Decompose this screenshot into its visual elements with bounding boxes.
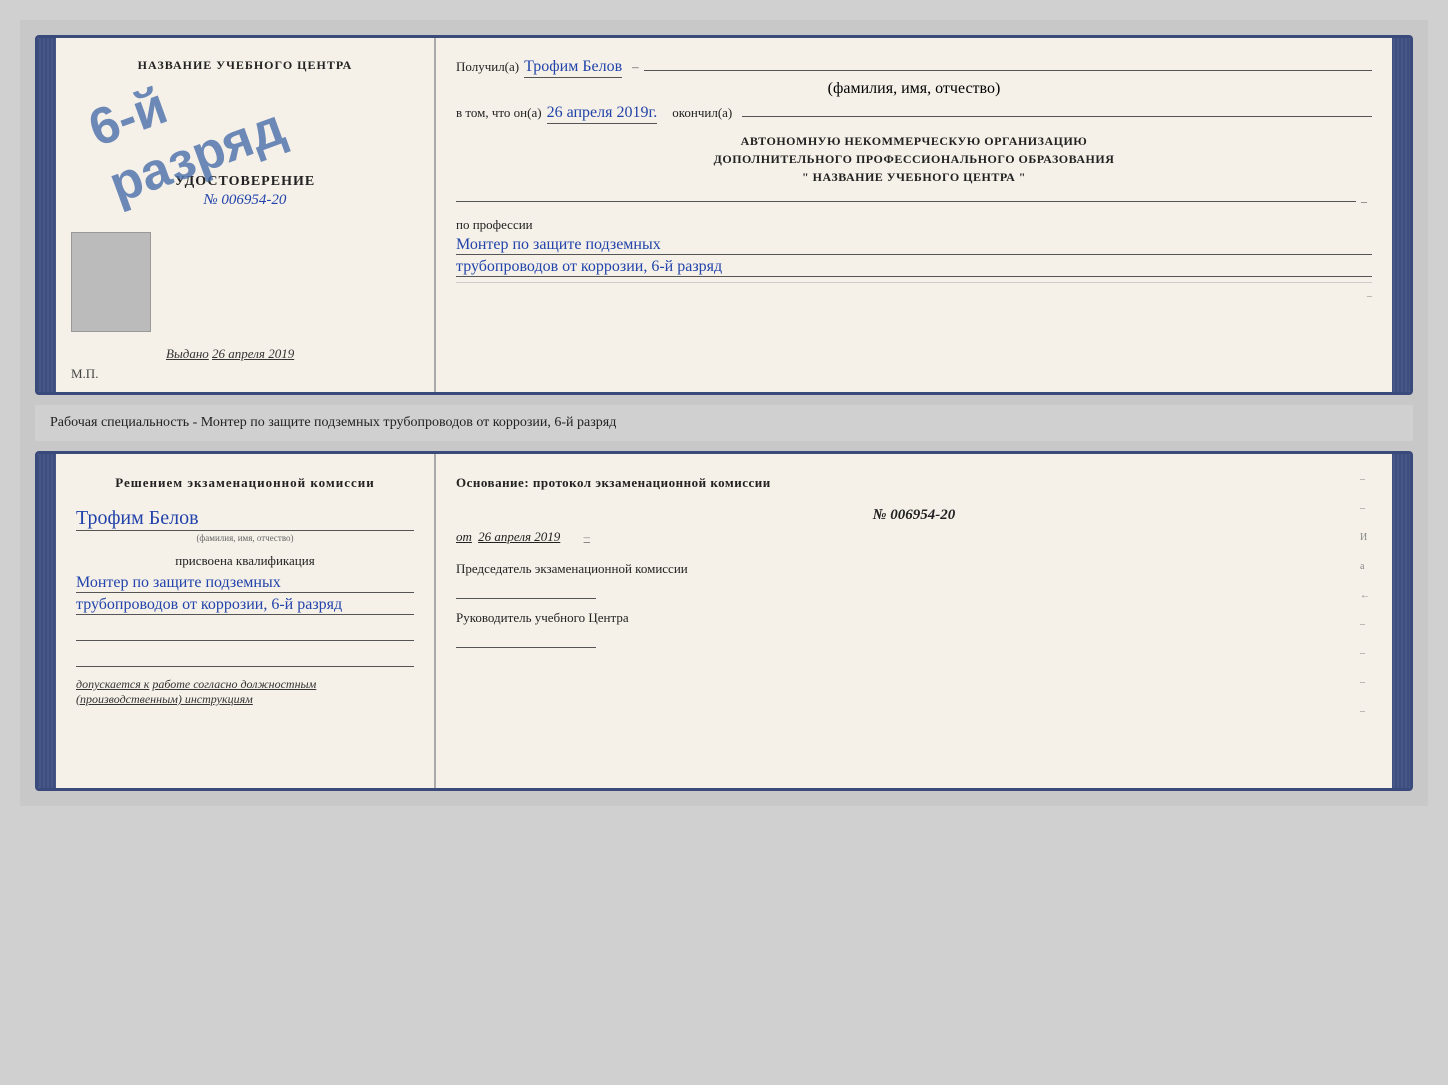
tick-8: – <box>1360 677 1370 688</box>
name-hint-top: (фамилия, имя, отчество) <box>828 80 1001 97</box>
completed-label: окончил(а) <box>672 105 732 121</box>
bottom-right-page: Основание: протокол экзаменационной коми… <box>436 454 1392 788</box>
middle-text-content: Рабочая специальность - Монтер по защите… <box>50 415 616 430</box>
person-name-top: Трофим Белов <box>524 58 622 78</box>
dash-right-1: – <box>584 529 591 544</box>
doc-spine-left <box>38 38 56 392</box>
bottom-name-hint: (фамилия, имя, отчество) <box>76 533 414 543</box>
org-text: АВТОНОМНУЮ НЕКОММЕРЧЕСКУЮ ОРГАНИЗАЦИЮ ДО… <box>456 132 1372 186</box>
left-page-top: НАЗВАНИЕ УЧЕБНОГО ЦЕНТРА 6-йразряд УДОСТ… <box>56 38 436 392</box>
tick-6: – <box>1360 619 1370 630</box>
date-prefix: от <box>456 529 472 544</box>
tick-3: И <box>1360 532 1370 543</box>
tick-7: – <box>1360 648 1370 659</box>
protocol-number: № 006954-20 <box>456 507 1372 524</box>
right-tick-1: – <box>1367 291 1372 302</box>
qualification-line1: Монтер по защите подземных <box>76 574 414 593</box>
allowed-prefix: допускается к <box>76 677 149 691</box>
issued-date: 26 апреля 2019 <box>212 346 294 361</box>
side-ticks: – – И а ← – – – – <box>1360 474 1370 717</box>
org-line1: АВТОНОМНУЮ НЕКОММЕРЧЕСКУЮ ОРГАНИЗАЦИЮ <box>456 132 1372 150</box>
bottom-document: Решением экзаменационной комиссии Трофим… <box>35 451 1413 791</box>
tick-1: – <box>1360 474 1370 485</box>
director-sig-line <box>456 630 596 648</box>
issued-label: Выдано <box>166 346 209 361</box>
org-line2: ДОПОЛНИТЕЛЬНОГО ПРОФЕССИОНАЛЬНОГО ОБРАЗО… <box>456 150 1372 168</box>
sig-line-2 <box>76 649 414 667</box>
director-label: Руководитель учебного Центра <box>456 609 1372 627</box>
bottom-left-title: Решением экзаменационной комиссии <box>76 474 414 492</box>
basis-title: Основание: протокол экзаменационной коми… <box>456 474 1372 492</box>
confirm-date: 26 апреля 2019г. <box>547 104 658 124</box>
page-wrapper: НАЗВАНИЕ УЧЕБНОГО ЦЕНТРА 6-йразряд УДОСТ… <box>20 20 1428 806</box>
tick-5: ← <box>1360 590 1370 601</box>
confirm-label: в том, что он(а) <box>456 105 542 121</box>
chairman-sig-line <box>456 581 596 599</box>
tick-2: – <box>1360 503 1370 514</box>
doc-spine-bottom-right <box>1392 454 1410 788</box>
doc-spine-bottom-left <box>38 454 56 788</box>
allowed-label: допускается к работе согласно должностны… <box>76 677 414 707</box>
tick-4: а <box>1360 561 1370 572</box>
received-row: Получил(а) Трофим Белов – <box>456 58 1372 78</box>
doc-spine-right-top <box>1392 38 1410 392</box>
cert-number-prefix: № <box>204 192 218 208</box>
sig-line-1 <box>76 623 414 641</box>
issued-line: Выдано 26 апреля 2019 <box>166 346 294 362</box>
profession-line2: трубопроводов от коррозии, 6-й разряд <box>456 258 1372 277</box>
qualification-line2: трубопроводов от коррозии, 6-й разряд <box>76 596 414 615</box>
bottom-left-page: Решением экзаменационной комиссии Трофим… <box>56 454 436 788</box>
tick-9: – <box>1360 706 1370 717</box>
bottom-person-name: Трофим Белов <box>76 507 414 531</box>
assigned-label: присвоена квалификация <box>76 553 414 569</box>
confirm-row: в том, что он(а) 26 апреля 2019г. окончи… <box>456 104 1372 124</box>
middle-text: Рабочая специальность - Монтер по защите… <box>35 405 1413 441</box>
photo-placeholder <box>71 232 151 332</box>
protocol-date-value: 26 апреля 2019 <box>478 529 560 544</box>
org-name: " НАЗВАНИЕ УЧЕБНОГО ЦЕНТРА " <box>456 168 1372 186</box>
chairman-label: Председатель экзаменационной комиссии <box>456 560 1372 578</box>
profession-label: по профессии <box>456 217 1372 233</box>
mp-label: М.П. <box>71 366 98 382</box>
cert-number-value: 006954-20 <box>221 192 286 208</box>
top-document: НАЗВАНИЕ УЧЕБНОГО ЦЕНТРА 6-йразряд УДОСТ… <box>35 35 1413 395</box>
profession-line1: Монтер по защите подземных <box>456 236 1372 255</box>
right-page-top: Получил(а) Трофим Белов – (фамилия, имя,… <box>436 38 1392 392</box>
protocol-date: от 26 апреля 2019 – <box>456 529 1372 545</box>
received-label: Получил(а) <box>456 59 519 75</box>
